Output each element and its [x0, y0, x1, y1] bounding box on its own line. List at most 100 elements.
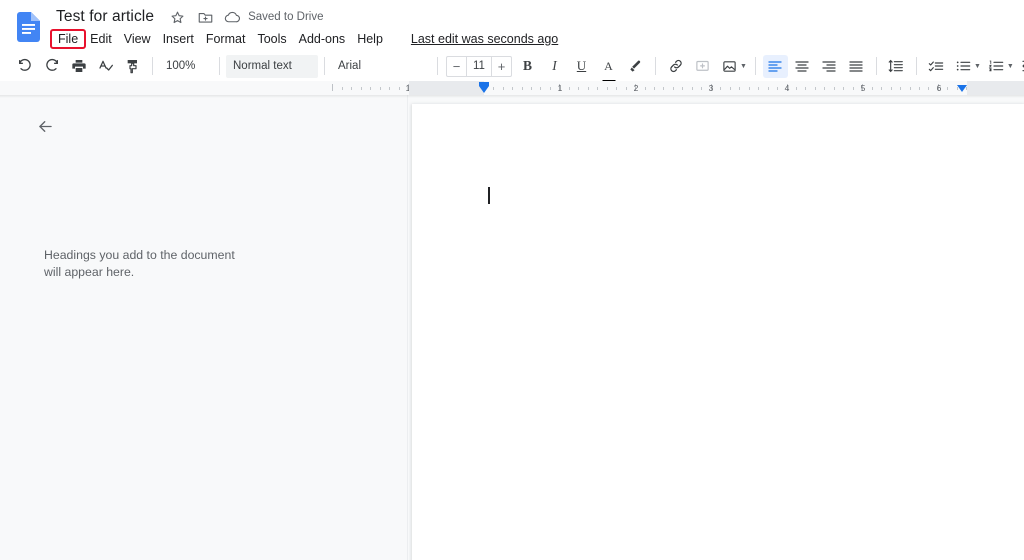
ruler-tick-minor: [663, 87, 665, 90]
arrow-back-icon[interactable]: [31, 112, 59, 140]
ruler-tick-minor: [644, 87, 646, 90]
ruler-tick-minor: [909, 87, 911, 90]
chevron-down-icon[interactable]: ▼: [974, 63, 981, 70]
print-icon[interactable]: [66, 55, 91, 78]
document-page[interactable]: [412, 104, 1024, 560]
align-center-icon[interactable]: [790, 55, 815, 78]
font-family-dropdown[interactable]: Arial ▼: [86, 55, 431, 152]
title-row: Test for article Saved to Drive: [52, 6, 324, 28]
left-indent-marker[interactable]: [479, 86, 489, 93]
ruler-tick-minor: [881, 87, 883, 90]
decrease-indent-icon[interactable]: [1017, 55, 1024, 78]
italic-button[interactable]: I: [542, 55, 567, 78]
workspace: Headings you add to the document will ap…: [0, 95, 1024, 560]
save-status-label: Saved to Drive: [248, 11, 324, 23]
checklist-icon[interactable]: [924, 55, 949, 78]
line-spacing-icon[interactable]: [884, 55, 909, 78]
ruler-tick-minor: [729, 87, 731, 90]
ruler-tick-minor: [616, 87, 618, 90]
align-justify-icon[interactable]: [844, 55, 869, 78]
text-caret: [488, 187, 490, 204]
ruler-tick-minor: [587, 87, 589, 90]
toolbar-divider: [754, 57, 756, 75]
font-family-value: Arial: [338, 60, 362, 72]
menu-item-help[interactable]: Help: [351, 31, 389, 47]
formatting-toolbar: 100% ▼ Normal text ▼ Arial ▼ − 11 + B I …: [0, 52, 1024, 152]
ruler-tick-minor: [370, 87, 372, 90]
ruler-tick-minor: [947, 87, 949, 90]
chevron-down-icon[interactable]: ▼: [740, 63, 747, 70]
paragraph-style-dropdown[interactable]: Normal text ▼: [86, 54, 318, 152]
menu-item-add-ons[interactable]: Add-ons: [293, 31, 352, 47]
document-title[interactable]: Test for article: [52, 7, 158, 27]
align-right-icon[interactable]: [817, 55, 842, 78]
insert-image-icon[interactable]: [717, 55, 742, 78]
last-edit-link[interactable]: Last edit was seconds ago: [411, 32, 558, 46]
ruler-tick-minor: [871, 87, 873, 90]
ruler-tick-minor: [398, 87, 400, 90]
underline-button[interactable]: U: [569, 55, 594, 78]
zoom-dropdown[interactable]: 100% ▼: [86, 55, 213, 152]
bulleted-list-icon[interactable]: [951, 55, 976, 78]
menu-item-file[interactable]: File: [49, 29, 87, 49]
bold-button[interactable]: B: [515, 55, 540, 78]
add-comment-icon[interactable]: [690, 55, 715, 78]
document-outline-pane: Headings you add to the document will ap…: [13, 95, 408, 560]
document-canvas[interactable]: [409, 95, 1024, 560]
menu-item-format[interactable]: Format: [200, 31, 252, 47]
menu-item-edit[interactable]: Edit: [84, 31, 118, 47]
ruler-tick-minor: [748, 87, 750, 90]
star-icon[interactable]: [168, 8, 186, 26]
paint-format-icon[interactable]: [120, 55, 145, 78]
undo-icon[interactable]: [12, 55, 37, 78]
ruler-tick-minor: [767, 87, 769, 90]
ruler-tick-minor: [814, 87, 816, 90]
zoom-value: 100%: [166, 60, 196, 72]
ruler-tick-minor: [625, 87, 627, 90]
ruler-number-label: 1: [557, 83, 563, 93]
ruler-tick-minor: [805, 87, 807, 90]
font-size-increase-button[interactable]: +: [492, 57, 511, 76]
menu-item-tools[interactable]: Tools: [251, 31, 292, 47]
numbered-list-icon[interactable]: [984, 55, 1009, 78]
toolbar-divider: [324, 57, 325, 75]
ruler-tick-minor: [843, 87, 845, 90]
ruler-tick-minor: [341, 87, 343, 90]
google-docs-icon[interactable]: [17, 12, 40, 42]
font-size-input[interactable]: 11: [466, 56, 492, 76]
ruler-tick-minor: [672, 87, 674, 90]
ruler-tick-minor: [351, 87, 353, 90]
app-header: Test for article Saved to Drive File Edi…: [0, 0, 1024, 52]
ruler-tick-minor: [824, 87, 826, 90]
move-to-folder-icon[interactable]: [196, 8, 214, 26]
ruler-tick-minor: [512, 87, 514, 90]
google-docs-window: Test for article Saved to Drive File Edi…: [0, 0, 1024, 560]
right-indent-marker[interactable]: [957, 85, 967, 92]
align-left-icon[interactable]: [762, 54, 788, 78]
menu-bar: File Edit View Insert Format Tools Add-o…: [49, 29, 558, 49]
spellcheck-icon[interactable]: [93, 55, 118, 78]
text-color-button[interactable]: A: [596, 55, 621, 78]
toolbar-divider: [219, 57, 220, 75]
font-size-decrease-button[interactable]: −: [447, 57, 466, 76]
ruler-tick-minor: [777, 87, 779, 90]
toolbar-divider: [437, 57, 438, 75]
ruler-tick-minor: [739, 87, 741, 90]
ruler-tick-minor: [568, 87, 570, 90]
chevron-down-icon[interactable]: ▼: [1007, 63, 1014, 70]
redo-icon[interactable]: [39, 55, 64, 78]
ruler-number-label: 5: [860, 83, 866, 93]
highlight-pen-icon[interactable]: [623, 55, 648, 78]
ruler-tick-minor: [890, 87, 892, 90]
menu-item-insert[interactable]: Insert: [157, 31, 200, 47]
toolbar-divider: [915, 57, 917, 75]
font-size-stepper[interactable]: − 11 +: [446, 55, 512, 77]
ruler-tick-minor: [597, 87, 599, 90]
insert-link-icon[interactable]: [663, 55, 688, 78]
horizontal-ruler[interactable]: 11234567: [0, 81, 1024, 95]
menu-item-view[interactable]: View: [118, 31, 157, 47]
ruler-tick-minor: [654, 87, 656, 90]
ruler-tick-minor: [379, 87, 381, 90]
ruler-tick-minor: [701, 87, 703, 90]
ruler-tick-minor: [531, 87, 532, 90]
